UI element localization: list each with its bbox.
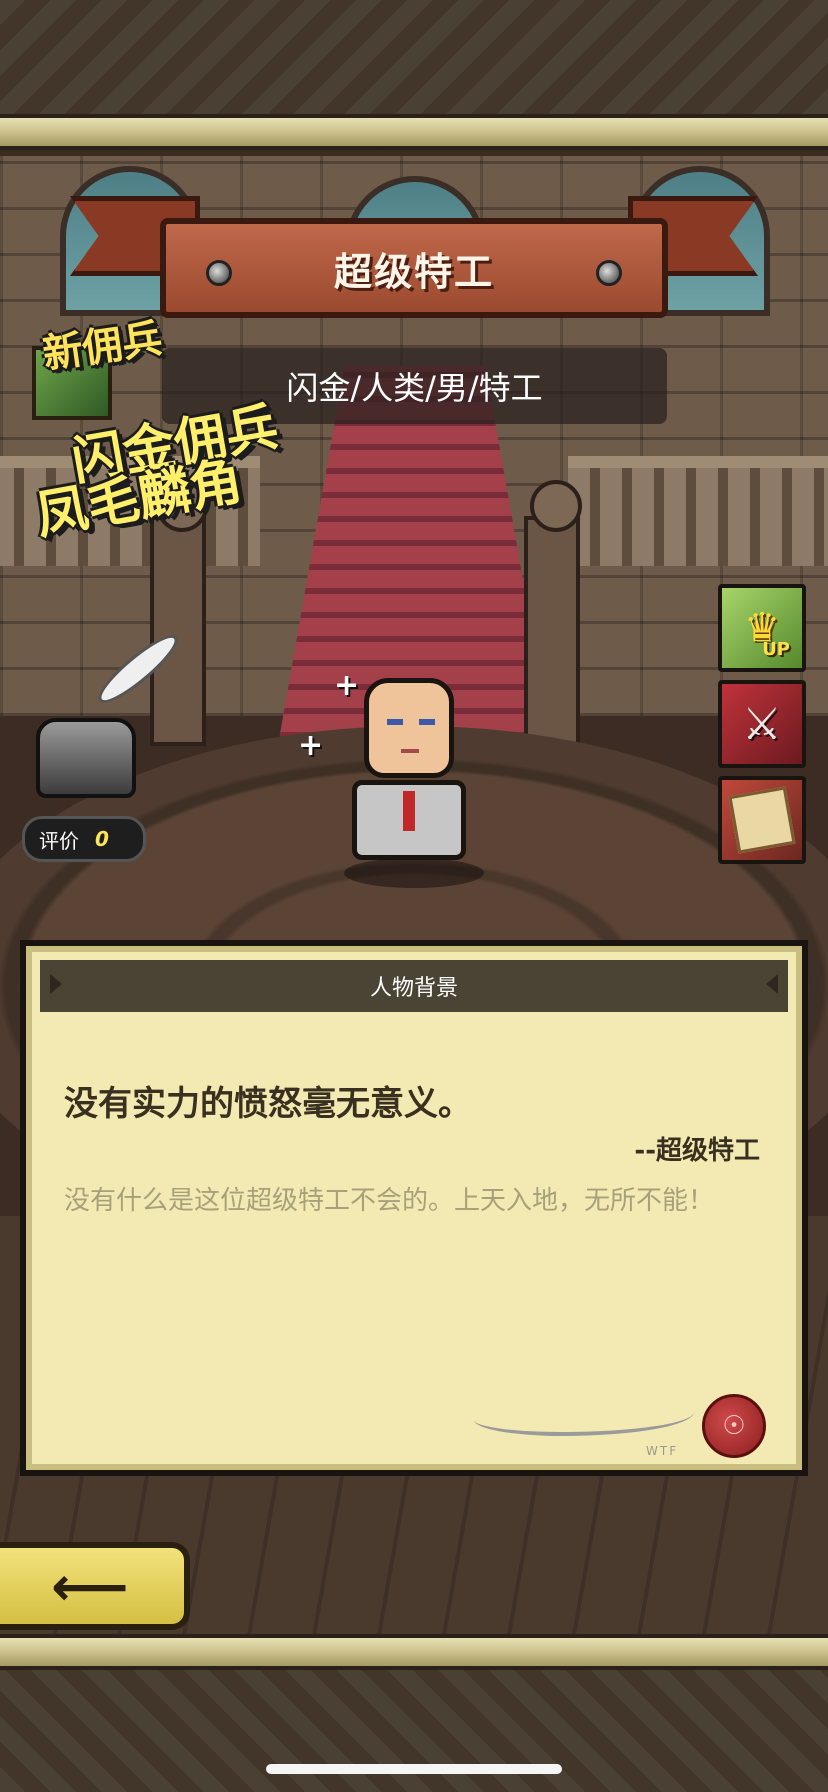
new-mercenary-badge: 新佣兵 闪金佣兵 凤毛麟角: [22, 306, 292, 547]
stair-post: [524, 480, 582, 746]
balustrade: [568, 456, 828, 566]
badge-line-2: 凤毛麟角: [31, 451, 247, 547]
character-eye: [387, 719, 403, 725]
top-rock-border: [0, 0, 828, 122]
home-indicator[interactable]: [266, 1764, 562, 1774]
character-story-panel: 人物背景 没有实力的愤怒毫无意义。 --超级特工 没有什么是这位超级特工不会的。…: [20, 940, 808, 1476]
character-eye: [419, 719, 435, 725]
scroll-map-icon: [728, 786, 796, 854]
quote-author: --超级特工: [634, 1136, 760, 1166]
back-arrow-icon: ⟵: [51, 1554, 129, 1618]
character-head: [364, 678, 454, 778]
rivet-icon: [596, 260, 622, 286]
review-inkpot[interactable]: [28, 626, 188, 826]
character-name: 超级特工: [333, 249, 494, 294]
character-tie: [403, 791, 415, 831]
signature-mark: WTF: [646, 1444, 679, 1458]
rating-value: 0: [95, 827, 109, 851]
bottom-frame-bar: [0, 1634, 828, 1670]
character-shadow: [344, 858, 484, 888]
sparkle-icon: +: [334, 668, 360, 703]
character-quote: 没有实力的愤怒毫无意义。: [64, 1084, 472, 1124]
equipment-button[interactable]: ⚔: [718, 680, 806, 768]
title-ribbon: 超级特工: [160, 218, 668, 318]
character-mouth: [401, 749, 419, 753]
upgrade-button[interactable]: ♛ UP: [718, 584, 806, 672]
character-tags: 闪金/人类/男/特工: [286, 369, 543, 407]
signature-scribble: [474, 1396, 694, 1436]
panel-title: 人物背景: [369, 976, 458, 1001]
sparkle-icon: +: [298, 728, 324, 763]
inkpot-icon: [36, 718, 136, 798]
character-body: [352, 780, 466, 860]
badge-new-tag: 新佣兵: [39, 315, 166, 379]
character-bio: 没有什么是这位超级特工不会的。上天入地，无所不能！: [64, 1186, 715, 1216]
panel-header: 人物背景: [40, 960, 788, 1012]
character-sprite: + +: [298, 668, 494, 888]
hall-scene: 超级特工 闪金/人类/男/特工 新佣兵 闪金佣兵 凤毛麟角 ♛ UP ⚔ 评价 …: [0, 156, 828, 1634]
wax-seal-icon: ☉: [702, 1394, 766, 1458]
map-button[interactable]: [718, 776, 806, 864]
top-frame-bar: [0, 114, 828, 150]
upgrade-label: UP: [762, 639, 790, 660]
back-button[interactable]: ⟵: [0, 1542, 190, 1630]
rating-badge[interactable]: 评价 0: [22, 816, 146, 862]
swords-icon: ⚔: [742, 698, 782, 750]
rating-label: 评价: [39, 828, 79, 853]
rivet-icon: [206, 260, 232, 286]
